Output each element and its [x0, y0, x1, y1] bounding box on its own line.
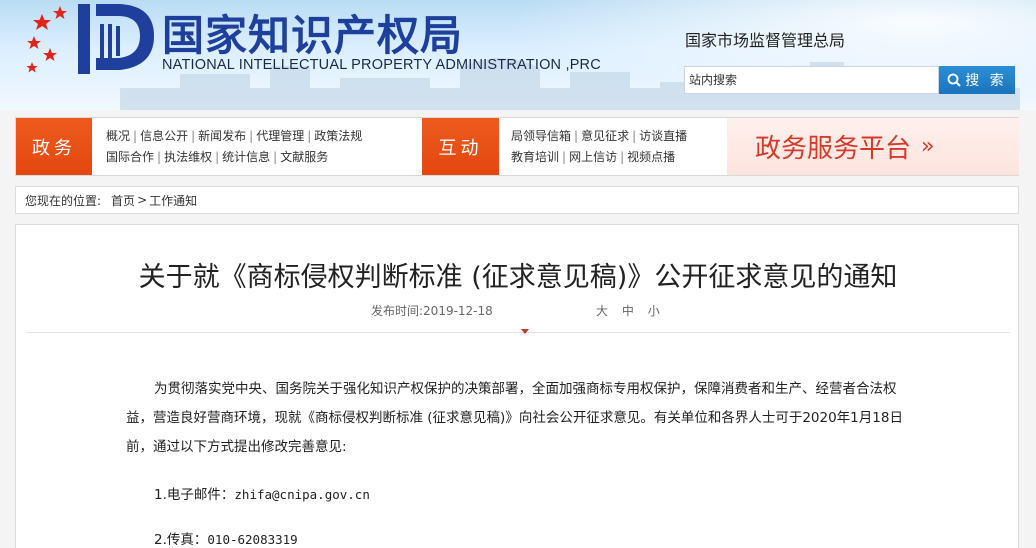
breadcrumb: 您现在的位置: 首页 > 工作通知 [15, 186, 1019, 214]
breadcrumb-current-link[interactable]: 工作通知 [149, 192, 197, 209]
article-paragraph: 为贯彻落实党中央、国务院关于强化知识产权保护的决策部署，全面加强商标专用权保护，… [126, 381, 903, 455]
site-search-input[interactable] [684, 66, 939, 94]
search-button[interactable]: 搜 索 [939, 66, 1015, 94]
gov-links-row1: 概况 | 信息公开 | 新闻发布 | 代理管理 | 政策法规 [106, 129, 363, 143]
site-header: 国家知识产权局 NATIONAL INTELLECTUAL PROPERTY A… [0, 0, 1036, 110]
breadcrumb-home-link[interactable]: 首页 [111, 192, 135, 209]
search-icon [947, 73, 961, 87]
title-divider [26, 332, 1010, 333]
article-body: 为贯彻落实党中央、国务院关于强化知识产权保护的决策部署，全面加强商标专用权保护，… [126, 375, 906, 548]
publish-date-label: 发布时间: [371, 304, 424, 318]
font-size-medium-button[interactable]: 中 [622, 304, 634, 318]
nav-link-opinion-solicitation[interactable]: 意见征求 [581, 129, 629, 143]
font-size-large-button[interactable]: 大 [596, 304, 608, 318]
nav-link-online-petition[interactable]: 网上信访 [569, 150, 617, 164]
gov-links: 概况 | 信息公开 | 新闻发布 | 代理管理 | 政策法规 国际合作 | 执法维权 | 统计信息 | 文献… [106, 126, 362, 168]
contact-email-value[interactable]: zhifa@cnipa.gov.cn [234, 487, 369, 502]
cnipa-logo-icon[interactable] [20, 0, 160, 80]
interact-links-row1: 局领导信箱 | 意见征求 | 访谈直播 [511, 129, 688, 143]
nav-link-agency-management[interactable]: 代理管理 [256, 129, 304, 143]
nav-link-enforcement[interactable]: 执法维权 [164, 150, 212, 164]
article-title: 关于就《商标侵权判断标准 (征求意见稿)》公开征求意见的通知 [138, 262, 898, 293]
gov-links-row2: 国际合作 | 执法维权 | 统计信息 | 文献服务 [106, 150, 329, 164]
publish-date: 发布时间:2019-12-18 [371, 302, 493, 319]
nav-link-education-training[interactable]: 教育培训 [511, 150, 559, 164]
samr-link[interactable]: 国家市场监督管理总局 [685, 27, 845, 51]
nav-link-literature-service[interactable]: 文献服务 [280, 150, 328, 164]
nav-interaction[interactable]: 互动 [422, 118, 499, 175]
nav-link-policies-regulations[interactable]: 政策法规 [314, 129, 362, 143]
nav-link-leader-mailbox[interactable]: 局领导信箱 [511, 129, 571, 143]
article-meta: 发布时间:2019-12-18 大 中 小 [16, 302, 1020, 318]
nav-link-interview-live[interactable]: 访谈直播 [639, 129, 687, 143]
breadcrumb-separator: > [137, 193, 148, 207]
platform-label: 政务服务平台 [755, 134, 912, 164]
gov-service-platform-link[interactable]: 政务服务平台 » [727, 118, 1019, 175]
breadcrumb-label: 您现在的位置: [25, 193, 102, 208]
font-size-controls: 大 中 小 [596, 302, 670, 319]
search-button-label: 搜 索 [965, 73, 1007, 89]
contact-fax-label: 2.传真： [154, 532, 208, 548]
article-container: 关于就《商标侵权判断标准 (征求意见稿)》公开征求意见的通知 发布时间:2019… [15, 224, 1019, 548]
contact-email: 1.电子邮件：zhifa@cnipa.gov.cn [154, 480, 370, 510]
nav-link-video-on-demand[interactable]: 视频点播 [627, 150, 675, 164]
nav-link-info-disclosure[interactable]: 信息公开 [140, 129, 188, 143]
nav-link-international-cooperation[interactable]: 国际合作 [106, 150, 154, 164]
divider-marker-icon [521, 329, 529, 334]
site-logo-title[interactable]: 国家知识产权局 [162, 2, 463, 63]
main-navigation: 政务 概况 | 信息公开 | 新闻发布 | 代理管理 | 政策法规 国际合作 | 执法维权 | 统计信息… [15, 117, 1019, 176]
nav-gov-affairs[interactable]: 政务 [16, 118, 92, 175]
nav-link-press-release[interactable]: 新闻发布 [198, 129, 246, 143]
nav-link-statistics[interactable]: 统计信息 [222, 150, 270, 164]
site-logo-subtitle: NATIONAL INTELLECTUAL PROPERTY ADMINISTR… [162, 57, 601, 73]
interact-links-row2: 教育培训 | 网上信访 | 视频点播 [511, 150, 676, 164]
contact-fax-value: 010-62083319 [207, 532, 298, 547]
interact-links: 局领导信箱 | 意见征求 | 访谈直播 教育培训 | 网上信访 | 视频点播 [511, 126, 687, 168]
contact-fax: 2.传真：010-62083319 [154, 525, 298, 548]
publish-date-value: 2019-12-18 [423, 304, 493, 318]
font-size-small-button[interactable]: 小 [648, 304, 660, 318]
double-chevron-right-icon: » [921, 134, 935, 159]
contact-email-label: 1.电子邮件： [154, 487, 235, 503]
nav-link-overview[interactable]: 概况 [106, 129, 130, 143]
